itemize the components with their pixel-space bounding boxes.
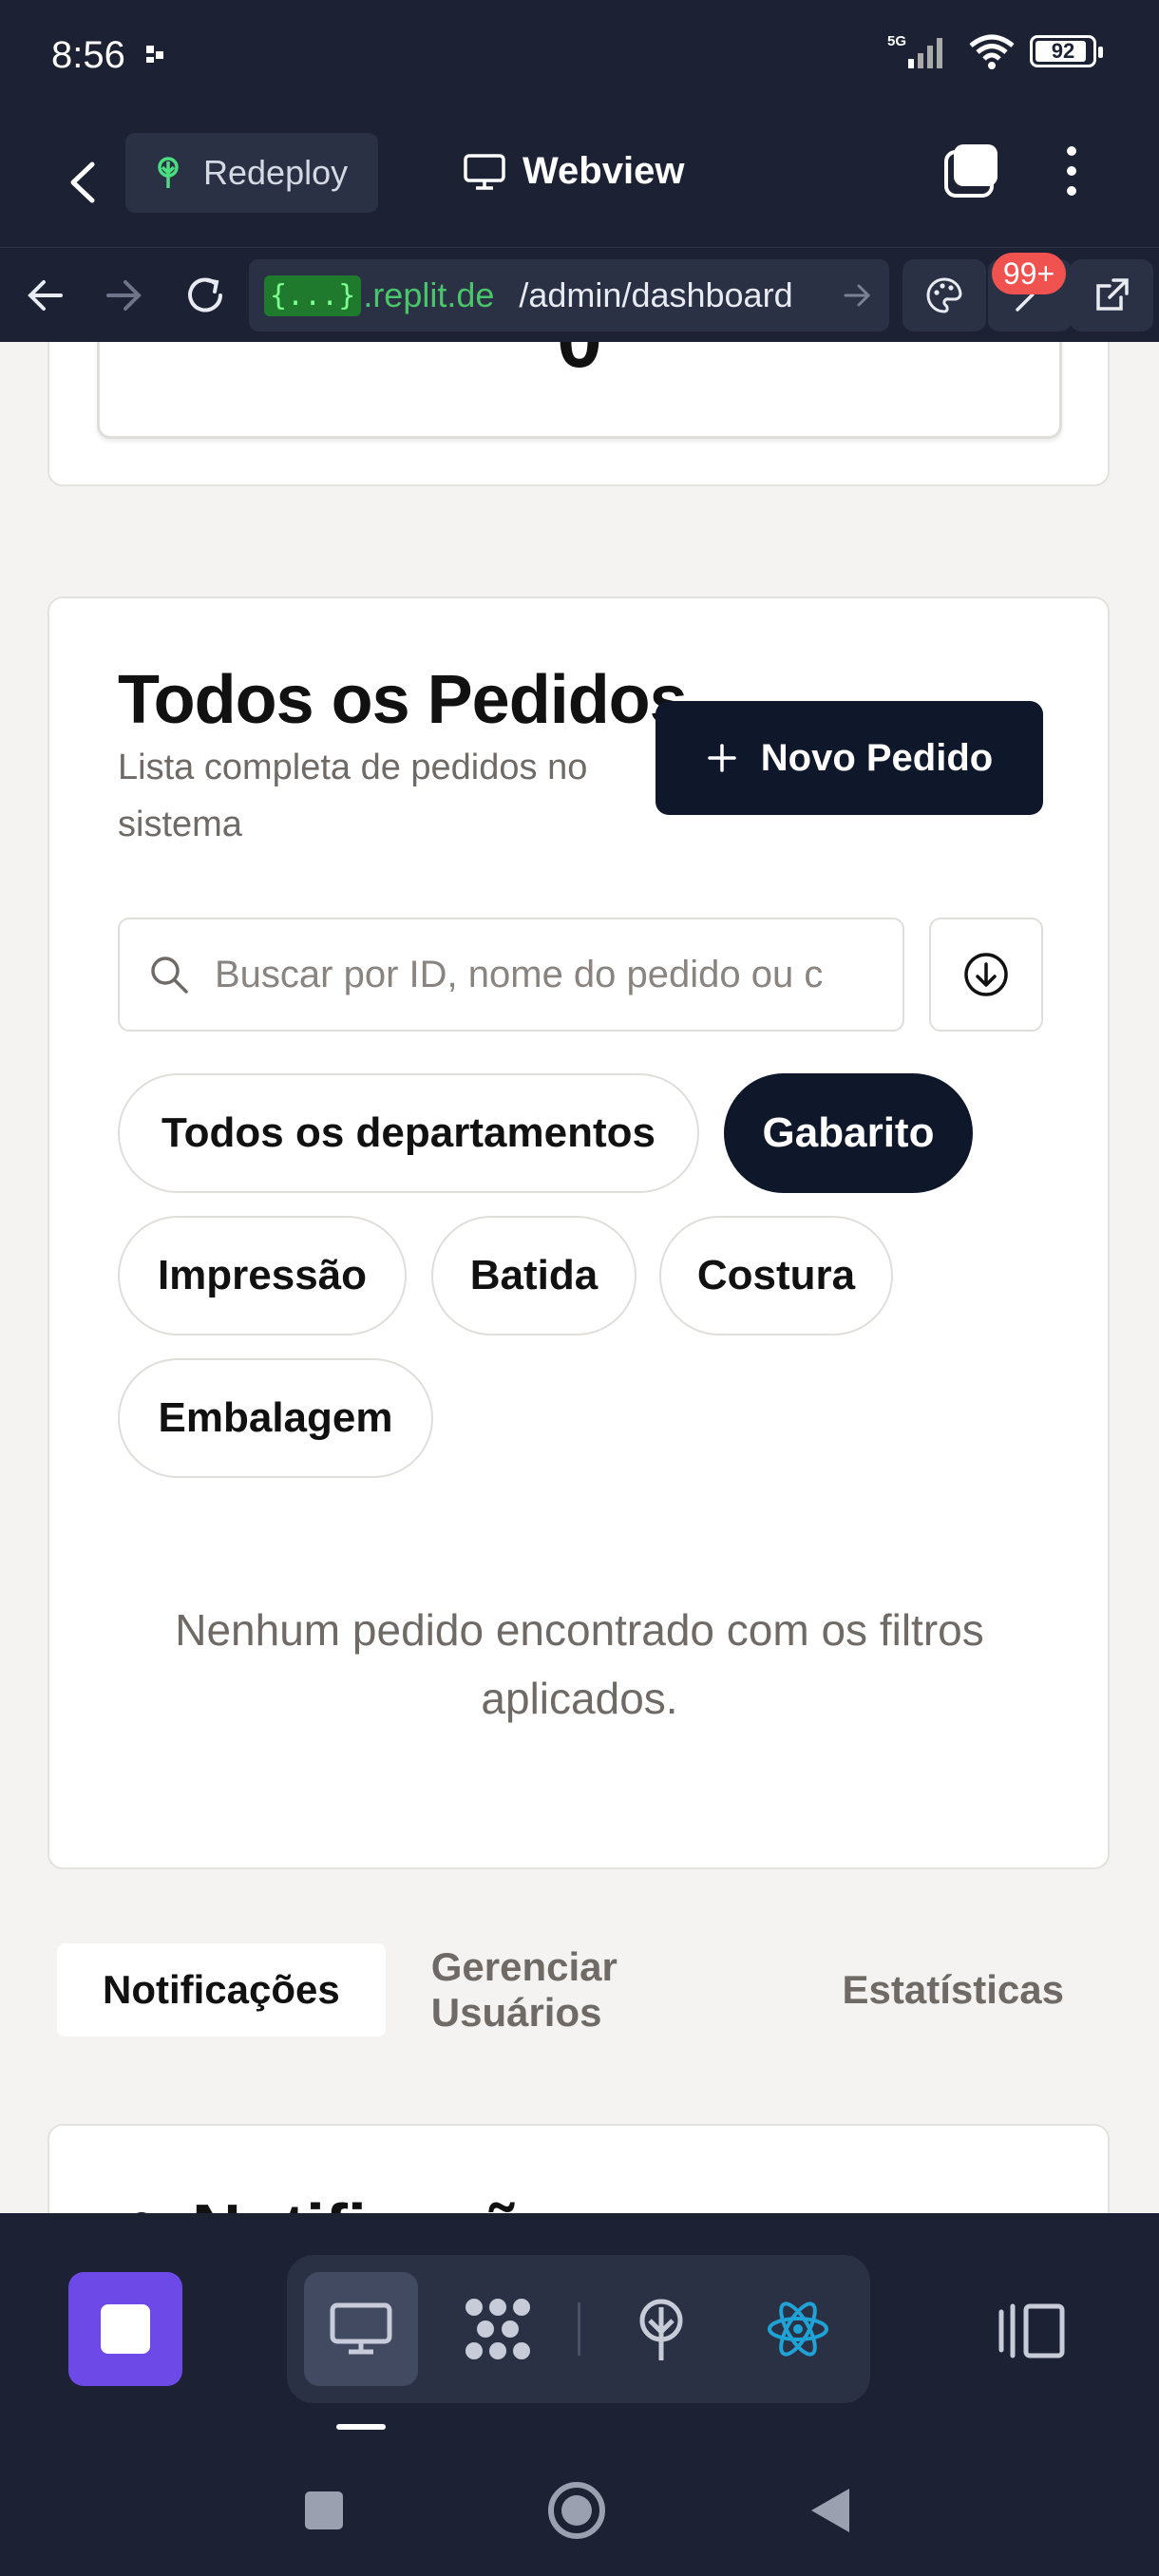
stop-icon [101,2304,150,2354]
search-input[interactable] [215,953,842,996]
screen-record-icon [146,46,163,63]
tabs-strip: Notificações Gerenciar Usuários Estatíst… [48,1938,1110,2042]
orders-title: Todos os Pedidos [118,662,688,738]
browser-forward-button[interactable] [95,267,152,324]
filter-chip-batida[interactable]: Batida [431,1216,636,1335]
reload-button[interactable] [177,267,234,324]
square-icon [305,2491,343,2529]
deploy-tool-button[interactable] [604,2272,718,2386]
tab-estatisticas[interactable]: Estatísticas [797,1943,1110,2036]
bell-icon [137,2212,146,2213]
tool-group [287,2255,870,2403]
search-icon [151,957,188,994]
empty-state-message: Nenhum pedido encontrado com os filtros … [175,1605,984,1723]
filter-chip-gabarito[interactable]: Gabarito [724,1073,973,1193]
layout-toggle-button[interactable] [994,2293,1070,2369]
network-type: 5G [887,33,906,49]
react-tool-button[interactable] [741,2272,855,2386]
open-external-button[interactable] [1070,259,1153,331]
filter-chip-embalagem[interactable]: Embalagem [118,1358,433,1478]
theme-button[interactable] [902,259,986,331]
stop-button[interactable] [68,2272,182,2386]
signal-icon: 5G [887,33,942,68]
stat-card: 0 [48,342,1110,486]
home-circle-icon [548,2482,605,2539]
split-layout-icon [998,2303,1065,2358]
triangle-back-icon [811,2489,849,2532]
stat-card-inner: 0 [97,342,1062,439]
notifications-title: Notificações [192,2190,598,2213]
active-indicator [336,2424,386,2430]
status-bar: 8:56 5G 92 [0,0,1159,116]
webview-label: Webview [522,150,685,192]
tool-divider [578,2302,580,2356]
url-chip: {...} [264,275,362,316]
filter-chip-all[interactable]: Todos os departamentos [118,1073,699,1193]
palette-icon [926,277,962,313]
orders-card: Todos os Pedidos Lista completa de pedid… [48,597,1110,1869]
external-link-icon [1096,278,1129,311]
app-header: Redeploy Webview [0,116,1159,247]
go-arrow-icon[interactable] [842,276,874,314]
home-button[interactable] [543,2477,610,2544]
system-back-button[interactable] [796,2477,863,2544]
recents-button[interactable] [291,2477,357,2544]
url-host: .replit.de [363,275,495,314]
download-button[interactable] [929,918,1043,1032]
web-content: 0 Todos os Pedidos Lista completa de ped… [0,342,1159,2213]
grid-dots-icon [466,2299,530,2359]
bottom-toolbar [0,2213,1159,2441]
system-nav-bar [0,2441,1159,2576]
url-bar-row: {...} .replit.de /admin/dashboard [0,247,1159,342]
filter-chip-costura[interactable]: Costura [659,1216,893,1335]
plus-icon [708,744,736,772]
monitor-icon [330,2302,392,2355]
reload-icon [188,277,222,313]
download-circle-icon [964,953,1008,996]
notifications-card: Notificações [48,2124,1110,2213]
battery-icon: 92 [1030,35,1103,67]
tabs-icon[interactable] [942,142,999,199]
webview-tool-button[interactable] [304,2272,418,2386]
redeploy-button[interactable]: Redeploy [125,133,378,213]
orders-subtitle: Lista completa de pedidos no sistema [118,748,588,844]
notification-badge: 99+ [992,253,1066,294]
stat-value: 0 [557,342,602,387]
search-field[interactable] [118,918,904,1032]
url-path: /admin/dashboard [519,275,793,314]
battery-level: 92 [1051,39,1075,63]
browser-back-button[interactable] [17,267,74,324]
redeploy-label: Redeploy [203,153,349,192]
filter-chip-impressao[interactable]: Impressão [118,1216,407,1335]
webview-tab[interactable]: Webview [464,150,684,193]
url-field[interactable]: {...} .replit.de /admin/dashboard [249,259,889,331]
monitor-icon [464,153,505,190]
tab-gerenciar-usuarios[interactable]: Gerenciar Usuários [386,1943,797,2036]
status-time: 8:56 [51,34,125,76]
react-icon [768,2301,828,2357]
workflows-tool-button[interactable] [441,2272,555,2386]
arrow-right-icon [106,280,142,311]
new-order-label: Novo Pedido [760,736,994,779]
wifi-icon [969,34,1015,69]
arrow-left-icon [28,280,63,311]
more-menu-button[interactable] [1054,141,1089,201]
chevron-left-icon [70,161,95,203]
status-icons: 5G 92 [887,32,1103,70]
new-order-button[interactable]: Novo Pedido [656,701,1043,815]
tab-notificacoes[interactable]: Notificações [57,1943,386,2036]
back-button[interactable] [57,154,106,211]
deploy-icon [158,157,179,188]
deploy-icon [639,2299,683,2360]
